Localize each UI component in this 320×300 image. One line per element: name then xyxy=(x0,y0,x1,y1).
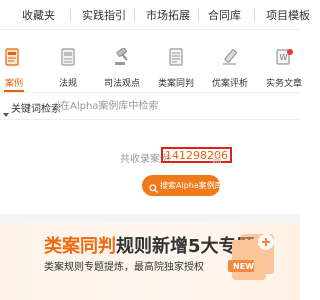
module-label: 司法观点 xyxy=(103,79,141,89)
search-underline xyxy=(0,119,300,120)
svg-text:W: W xyxy=(280,53,288,62)
similar-case-icon xyxy=(168,48,184,70)
module-label: 优案评析 xyxy=(211,79,249,89)
count-suffix: 篇 xyxy=(212,154,222,165)
pen-analysis-icon xyxy=(221,48,239,70)
nav-separator xyxy=(254,8,255,21)
module-label: 法规 xyxy=(58,79,78,89)
banner-subtitle: 类案规则专题提炼，最高院独家授权 xyxy=(44,262,204,273)
top-navigation: 收藏夹 实践指引 市场拓展 合同库 项目模板 xyxy=(0,0,310,30)
banner-title-highlight: 类案同判 xyxy=(44,236,116,257)
nav-separator xyxy=(134,8,135,21)
case-book-icon xyxy=(5,48,19,70)
module-practice-articles[interactable]: W 实务文章 xyxy=(262,30,306,92)
search-icon xyxy=(149,180,158,201)
search-separator xyxy=(58,101,59,112)
new-document-illustration-icon: NEW xyxy=(224,226,284,290)
nav-item-practice-guide[interactable]: 实践指引 xyxy=(82,7,126,23)
section-gap xyxy=(0,214,300,222)
nav-item-contract-library[interactable]: 合同库 xyxy=(208,7,241,23)
module-case[interactable]: 案例 xyxy=(0,30,44,92)
module-label: 实务文章 xyxy=(265,79,303,89)
search-input[interactable] xyxy=(60,97,300,115)
module-row: 案例 法规 司法观点 类案同判 优案评析 W 实务文章 xyxy=(0,30,302,92)
nav-item-favorites[interactable]: 收藏夹 xyxy=(22,7,55,23)
nav-separator xyxy=(70,8,71,21)
module-label: 案例 xyxy=(4,79,24,89)
article-icon: W xyxy=(275,48,293,70)
search-alpha-button[interactable]: 搜索Alpha案例库 xyxy=(142,175,223,196)
nav-separator xyxy=(198,8,199,21)
nav-item-market-expansion[interactable]: 市场拓展 xyxy=(146,7,190,23)
search-button-label: 搜索Alpha案例库 xyxy=(160,181,223,190)
banner-title: 类案同判规则新增5大专题 xyxy=(44,232,255,258)
nav-item-project-template[interactable]: 项目模板 xyxy=(266,7,310,23)
module-case-analysis[interactable]: 优案评析 xyxy=(208,30,252,92)
case-count: 共收录案例 141298206 篇 xyxy=(0,147,300,167)
module-similar-cases[interactable]: 类案同判 xyxy=(154,30,198,92)
promo-banner[interactable]: 类案同判规则新增5大专题 类案规则专题提炼，最高院独家授权 NEW xyxy=(0,222,300,300)
module-label: 类案同判 xyxy=(157,79,195,89)
module-judicial-views[interactable]: 司法观点 xyxy=(100,30,144,92)
regulation-document-icon xyxy=(61,48,75,70)
search-mode-selector[interactable]: 关键词检索 xyxy=(11,100,61,115)
search-bar: 关键词检索 xyxy=(0,93,300,119)
new-badge: NEW xyxy=(233,262,254,271)
module-regulation[interactable]: 法规 xyxy=(46,30,90,92)
gavel-icon xyxy=(113,47,131,70)
